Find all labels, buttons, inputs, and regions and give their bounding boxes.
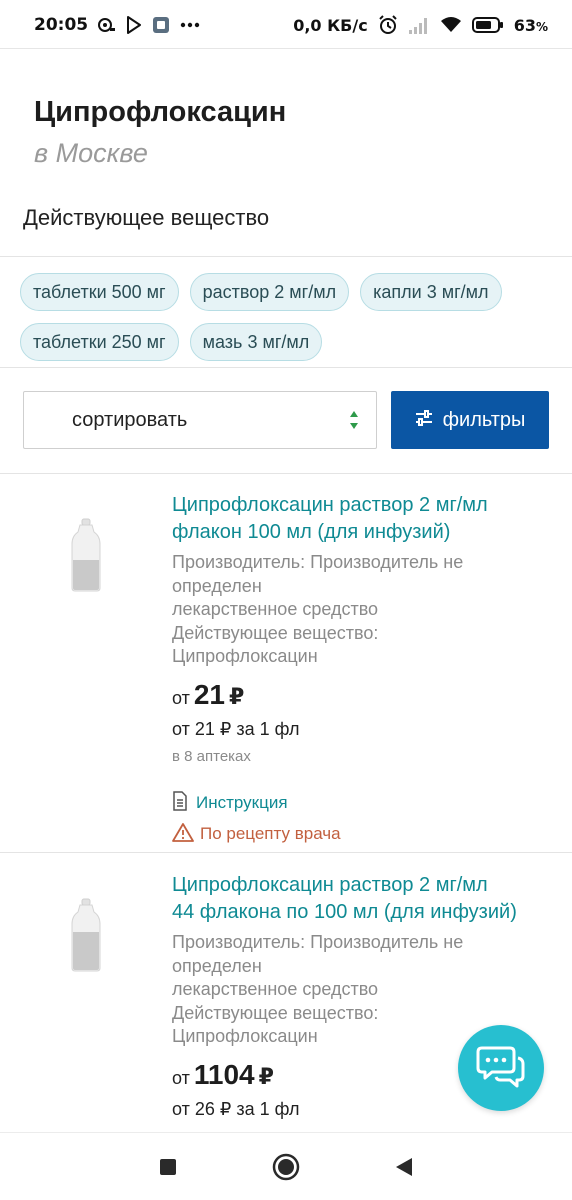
status-divider <box>0 48 572 49</box>
price-line: от 21 ₽ <box>172 679 557 711</box>
price-value: 1104 <box>193 1058 255 1090</box>
product-name-line: Ципрофлоксацин раствор 2 мг/мл <box>172 494 488 516</box>
product-meta: Производитель: Производитель не определе… <box>172 551 557 669</box>
divider <box>0 473 572 474</box>
page-title: Ципрофлоксацин <box>34 96 287 128</box>
price-value: 21 <box>193 678 226 710</box>
chip-tablets-500[interactable]: таблетки 500 мг <box>20 273 179 311</box>
pharmacy-count: в 8 аптеках <box>172 747 251 765</box>
system-nav-bar <box>0 1132 572 1200</box>
chip-drops-3[interactable]: капли 3 мг/мл <box>360 273 502 311</box>
sliders-icon <box>415 409 433 432</box>
price-prefix: от <box>172 1067 190 1088</box>
chat-bubbles-icon <box>476 1044 526 1093</box>
instruction-link[interactable]: Инструкция <box>172 790 557 816</box>
bottle-image <box>70 898 102 972</box>
product-name-line: флакон 100 мл (для инфузий) <box>172 521 451 543</box>
status-time: 20:05 <box>34 15 89 35</box>
substance-label: Действующее вещество: <box>172 622 379 643</box>
wifi-icon <box>440 16 462 34</box>
active-substance-label: Действующее вещество <box>23 205 270 230</box>
page-subtitle: в Москве <box>34 138 148 168</box>
app-icon <box>152 16 170 34</box>
chip-tablets-250[interactable]: таблетки 250 мг <box>20 323 179 361</box>
play-store-icon <box>126 16 142 34</box>
form-chips: таблетки 500 мг раствор 2 мг/мл капли 3 … <box>20 273 560 361</box>
chip-solution-2[interactable]: раствор 2 мг/мл <box>189 273 350 311</box>
prescription-label: По рецепту врача <box>200 824 341 843</box>
recorder-icon <box>98 17 116 33</box>
status-bar: 20:05 0,0 КБ/с 63% <box>0 0 572 50</box>
bottle-image <box>70 518 102 592</box>
product-name-line: Ципрофлоксацин раствор 2 мг/мл <box>172 874 488 896</box>
chip-ointment-3[interactable]: мазь 3 мг/мл <box>189 323 323 361</box>
filters-button[interactable]: фильтры <box>391 391 549 449</box>
price-currency: ₽ <box>229 683 245 709</box>
prescription-notice: По рецепту врача <box>172 822 557 847</box>
manufacturer-line: определен <box>172 955 262 976</box>
more-dots-icon <box>180 22 200 28</box>
status-right: 0,0 КБ/с 63% <box>293 15 548 35</box>
sort-label: сортировать <box>72 408 188 431</box>
battery-unit: % <box>535 19 548 34</box>
manufacturer-line: Производитель: Производитель не <box>172 552 464 572</box>
manufacturer-line: Производитель: Производитель не <box>172 932 464 952</box>
network-speed: 0,0 КБ/с <box>293 15 368 35</box>
divider <box>0 852 572 853</box>
price-prefix: от <box>172 687 190 708</box>
filters-label: фильтры <box>442 408 526 431</box>
battery-value: 63 <box>513 15 536 35</box>
warning-icon <box>172 822 194 847</box>
substance-value: Ципрофлоксацин <box>172 646 318 666</box>
recents-button[interactable] <box>154 1153 182 1181</box>
battery-icon <box>471 16 504 34</box>
manufacturer-line: определен <box>172 575 262 596</box>
product-name-line: 44 флакона по 100 мл (для инфузий) <box>172 901 517 923</box>
product-type: лекарственное средство <box>172 979 379 999</box>
unit-price: от 21 ₽ за 1 фл <box>172 718 300 739</box>
back-button[interactable] <box>390 1153 418 1181</box>
product-info: Ципрофлоксацин раствор 2 мг/мл флакон 10… <box>172 492 557 847</box>
divider <box>0 256 572 257</box>
alarm-icon <box>378 15 398 35</box>
product-name-link[interactable]: Ципрофлоксацин раствор 2 мг/мл флакон 10… <box>172 492 557 546</box>
battery-percent: 63% <box>514 16 548 35</box>
sort-select[interactable]: сортировать <box>23 391 377 449</box>
price-currency: ₽ <box>258 1063 274 1089</box>
substance-label: Действующее вещество: <box>172 1002 379 1023</box>
signal-icon <box>408 16 430 34</box>
product-type: лекарственное средство <box>172 599 379 619</box>
home-button[interactable] <box>272 1153 300 1181</box>
status-left: 20:05 <box>34 15 200 35</box>
divider <box>0 367 572 368</box>
document-icon <box>172 790 188 816</box>
instruction-label: Инструкция <box>196 793 288 812</box>
sort-arrows-icon <box>349 410 359 430</box>
chat-button[interactable] <box>458 1025 544 1111</box>
product-name-link[interactable]: Ципрофлоксацин раствор 2 мг/мл 44 флакон… <box>172 872 557 926</box>
